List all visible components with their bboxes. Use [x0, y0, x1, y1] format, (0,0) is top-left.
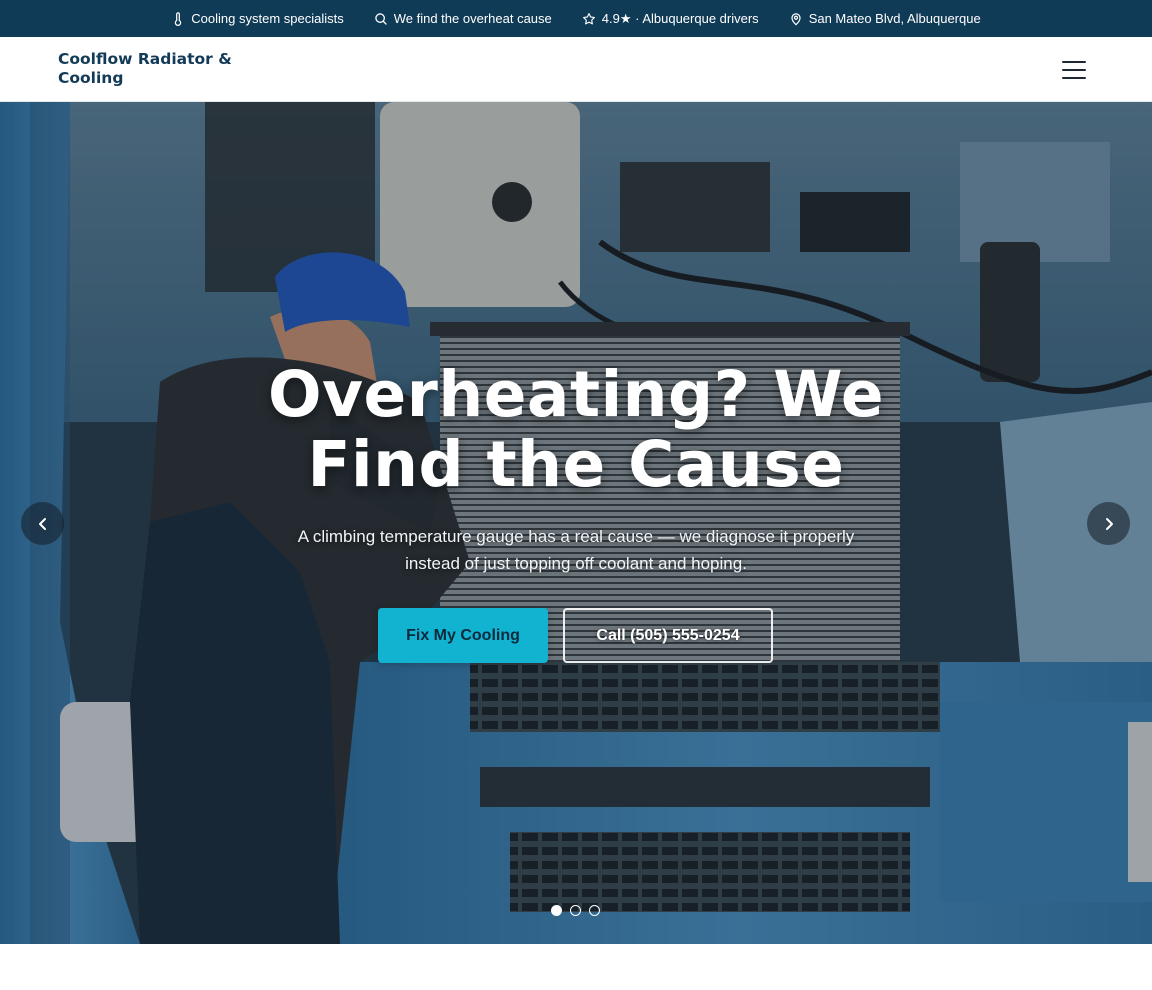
slider-dot-1[interactable]	[551, 905, 562, 916]
hero-slider: Overheating? We Find the Cause A climbin…	[0, 102, 1152, 944]
menu-line	[1062, 69, 1086, 71]
chevron-right-icon	[1101, 516, 1117, 532]
slider-dot-2[interactable]	[570, 905, 581, 916]
star-icon	[582, 12, 596, 26]
next-section	[0, 944, 1152, 990]
brand-logo[interactable]: Coolflow Radiator & Cooling	[58, 50, 248, 88]
search-icon	[374, 12, 388, 26]
topbar-label: San Mateo Blvd, Albuquerque	[808, 11, 981, 26]
topbar-label: Cooling system specialists	[191, 11, 344, 26]
topbar-item-rating: 4.9★ · Albuquerque drivers	[582, 11, 759, 27]
top-info-bar: Cooling system specialists We find the o…	[0, 0, 1152, 37]
menu-line	[1062, 77, 1086, 79]
slider-dot-3[interactable]	[589, 905, 600, 916]
topbar-item-specialists: Cooling system specialists	[171, 11, 344, 26]
call-phone-button[interactable]: Call (505) 555-0254	[563, 608, 773, 663]
slider-next-button[interactable]	[1087, 502, 1130, 545]
fix-my-cooling-button[interactable]: Fix My Cooling	[378, 608, 548, 663]
topbar-label: We find the overheat cause	[393, 11, 552, 26]
map-pin-icon	[789, 12, 803, 26]
slider-pagination	[551, 905, 600, 916]
menu-line	[1062, 61, 1086, 63]
site-header: Coolflow Radiator & Cooling	[0, 37, 1152, 102]
slider-prev-button[interactable]	[21, 502, 64, 545]
hamburger-menu-icon[interactable]	[1062, 61, 1086, 79]
thermometer-icon	[171, 11, 185, 26]
hero-title: Overheating? We Find the Cause	[267, 358, 885, 501]
hero-subtitle: A climbing temperature gauge has a real …	[297, 527, 855, 573]
chevron-left-icon	[35, 516, 51, 532]
topbar-item-overheat: We find the overheat cause	[374, 11, 552, 26]
topbar-item-location: San Mateo Blvd, Albuquerque	[789, 11, 981, 26]
topbar-label: 4.9★ · Albuquerque drivers	[601, 10, 759, 26]
